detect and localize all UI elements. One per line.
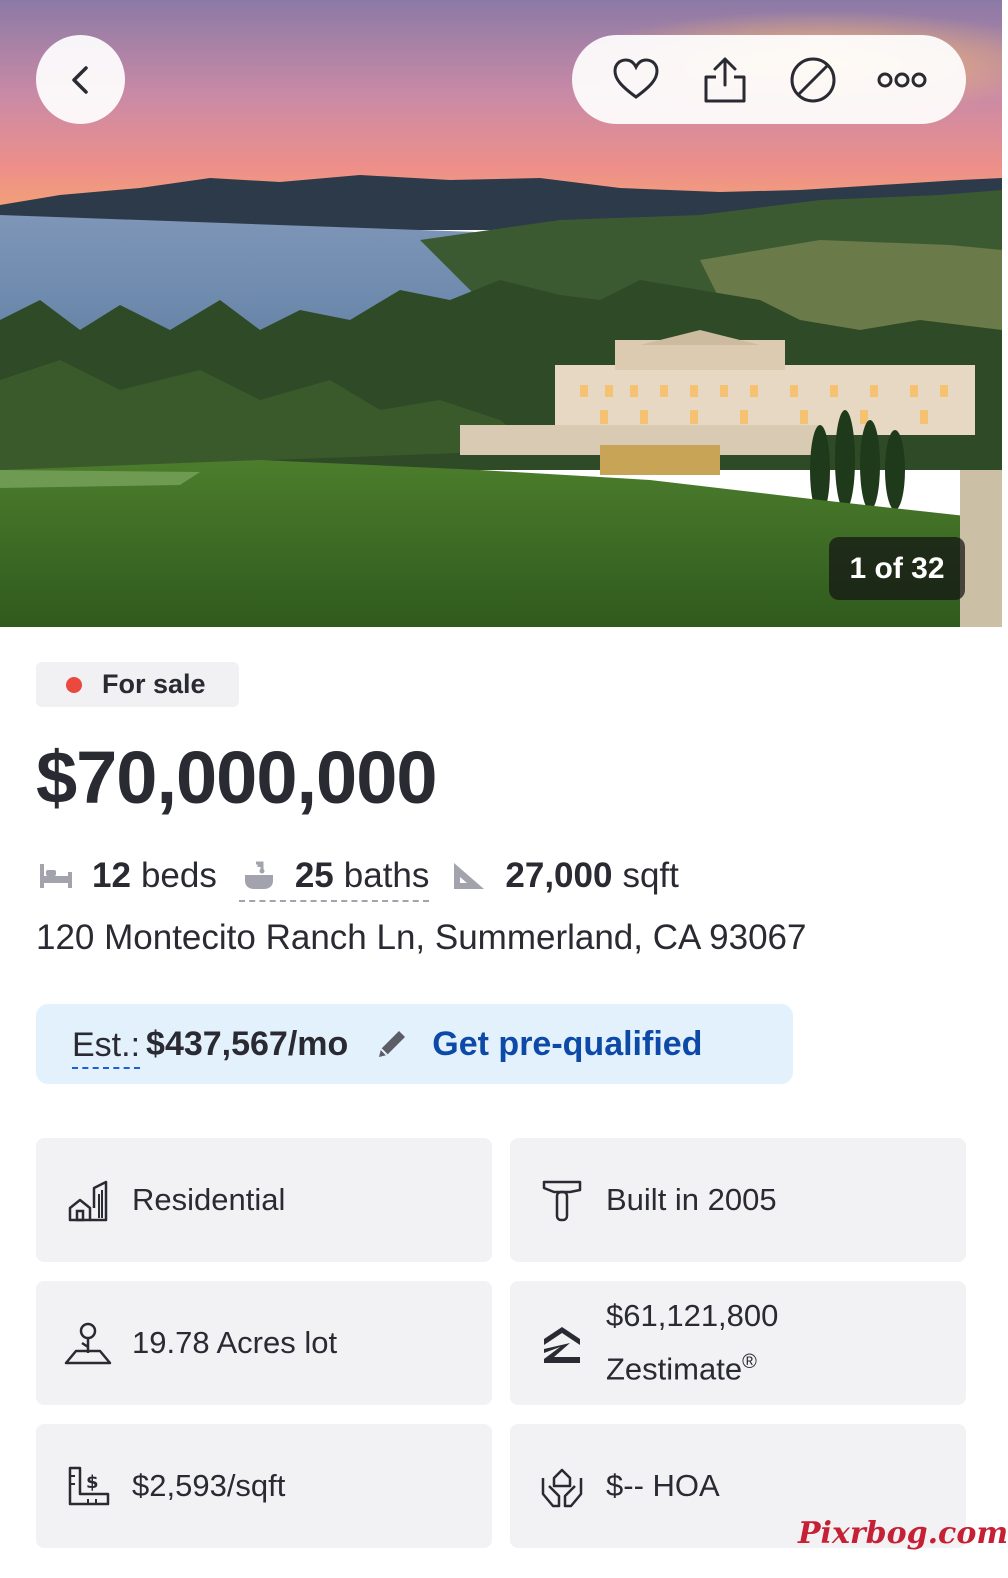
zestimate-value: $61,121,800 xyxy=(606,1298,779,1334)
hoa-hands-icon xyxy=(538,1462,586,1510)
price-ruler-icon: $ xyxy=(64,1462,112,1510)
status-badge: For sale xyxy=(36,662,239,707)
heart-icon xyxy=(613,57,659,99)
baths-count: 25 xyxy=(294,856,334,895)
lot-size-value: 19.78 Acres lot xyxy=(132,1325,338,1360)
home-type-value: Residential xyxy=(132,1182,286,1217)
payment-estimate: Est.: $437,567/mo Get pre-qualified xyxy=(36,1004,793,1084)
bed-icon xyxy=(36,856,76,896)
ruler-icon xyxy=(449,856,489,896)
more-icon xyxy=(877,72,927,87)
baths-label: baths xyxy=(343,856,430,895)
bathtub-icon xyxy=(239,856,279,896)
tree-lot-icon xyxy=(64,1319,112,1367)
chevron-left-icon xyxy=(71,65,88,94)
beds-fact: 12 beds xyxy=(36,856,217,896)
registered-mark: ® xyxy=(742,1351,757,1374)
beds-count: 12 xyxy=(92,856,131,895)
zestimate-label-row: Zestimate® xyxy=(606,1339,778,1392)
hammer-icon xyxy=(538,1176,586,1224)
home-type-card: Residential xyxy=(36,1138,492,1262)
sqft-fact: 27,000 sqft xyxy=(449,856,679,896)
photo-counter: 1 of 32 xyxy=(829,537,965,600)
svg-text:$: $ xyxy=(86,1472,99,1493)
pencil-icon[interactable] xyxy=(374,1026,410,1062)
price-per-sqft-card: $ $2,593/sqft xyxy=(36,1424,492,1548)
share-button[interactable] xyxy=(697,52,753,108)
sqft-count: 27,000 xyxy=(505,856,613,895)
get-prequalified-link[interactable]: Get pre-qualified xyxy=(432,1025,702,1064)
price-per-sqft-value: $2,593/sqft xyxy=(132,1468,286,1503)
baths-fact[interactable]: 25 baths xyxy=(238,856,430,902)
share-icon xyxy=(704,57,746,102)
property-address: 120 Montecito Ranch Ln, Summerland, CA 9… xyxy=(36,918,807,957)
building-icon xyxy=(64,1176,112,1224)
beds-label: beds xyxy=(140,856,217,895)
watermark-text: Pixrbog.com xyxy=(798,1516,1008,1551)
lot-size-card: 19.78 Acres lot xyxy=(36,1281,492,1405)
estimate-label[interactable]: Est.: xyxy=(72,1026,141,1069)
estimate-amount: $437,567/mo xyxy=(146,1024,349,1063)
hide-icon xyxy=(790,57,836,102)
sqft-label: sqft xyxy=(622,856,679,895)
listing-price: $70,000,000 xyxy=(36,736,438,819)
more-button[interactable] xyxy=(874,52,930,108)
back-button[interactable] xyxy=(36,35,125,124)
hero-photo[interactable]: 1 of 32 xyxy=(0,0,1002,627)
bed-bath-sqft: 12 beds 25 baths 27,000 sqft xyxy=(36,850,679,902)
status-label: For sale xyxy=(102,669,206,699)
hoa-value: $-- HOA xyxy=(606,1468,720,1503)
year-built-card: Built in 2005 xyxy=(510,1138,966,1262)
status-dot xyxy=(66,676,82,693)
zestimate-label: Zestimate xyxy=(606,1351,743,1387)
hide-button[interactable] xyxy=(785,52,841,108)
zestimate-logo-icon xyxy=(538,1319,586,1367)
save-button[interactable] xyxy=(608,52,664,108)
action-bar xyxy=(572,35,966,124)
zestimate-card[interactable]: $61,121,800 Zestimate® xyxy=(510,1281,966,1405)
year-built-value: Built in 2005 xyxy=(606,1182,777,1217)
